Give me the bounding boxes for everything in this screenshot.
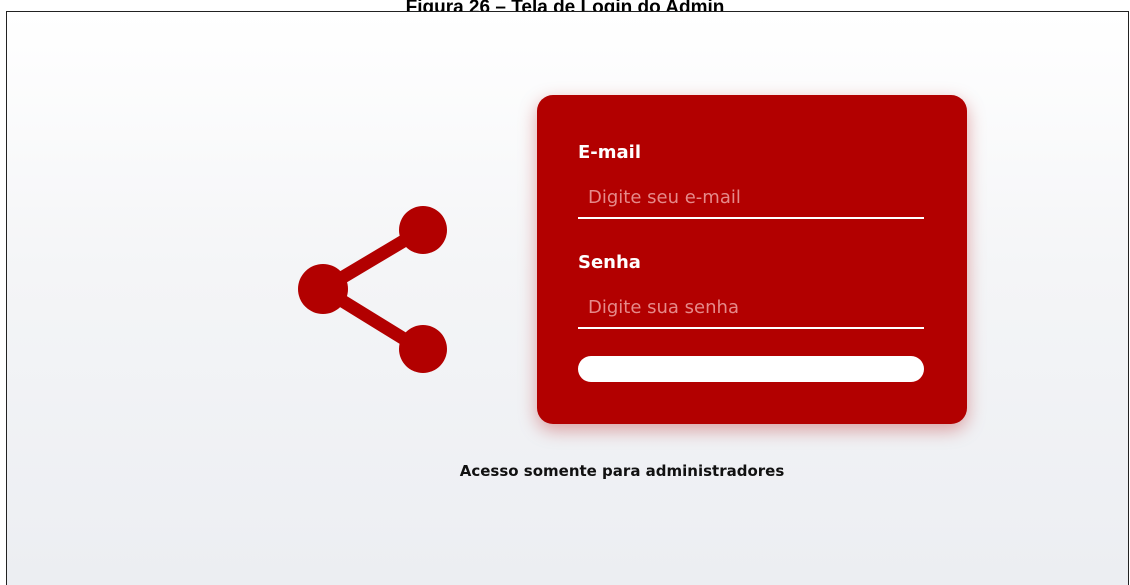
email-label: E-mail: [578, 142, 642, 163]
email-field[interactable]: [578, 183, 924, 219]
password-label: Senha: [578, 252, 641, 273]
admin-login-screen: E-mail Senha Acesso somente para adminis…: [6, 11, 1129, 585]
password-field[interactable]: [578, 293, 924, 329]
login-card: E-mail Senha: [537, 95, 967, 424]
login-button[interactable]: [578, 356, 924, 382]
admin-only-notice: Acesso somente para administradores: [459, 462, 785, 480]
share-icon: [298, 206, 447, 373]
